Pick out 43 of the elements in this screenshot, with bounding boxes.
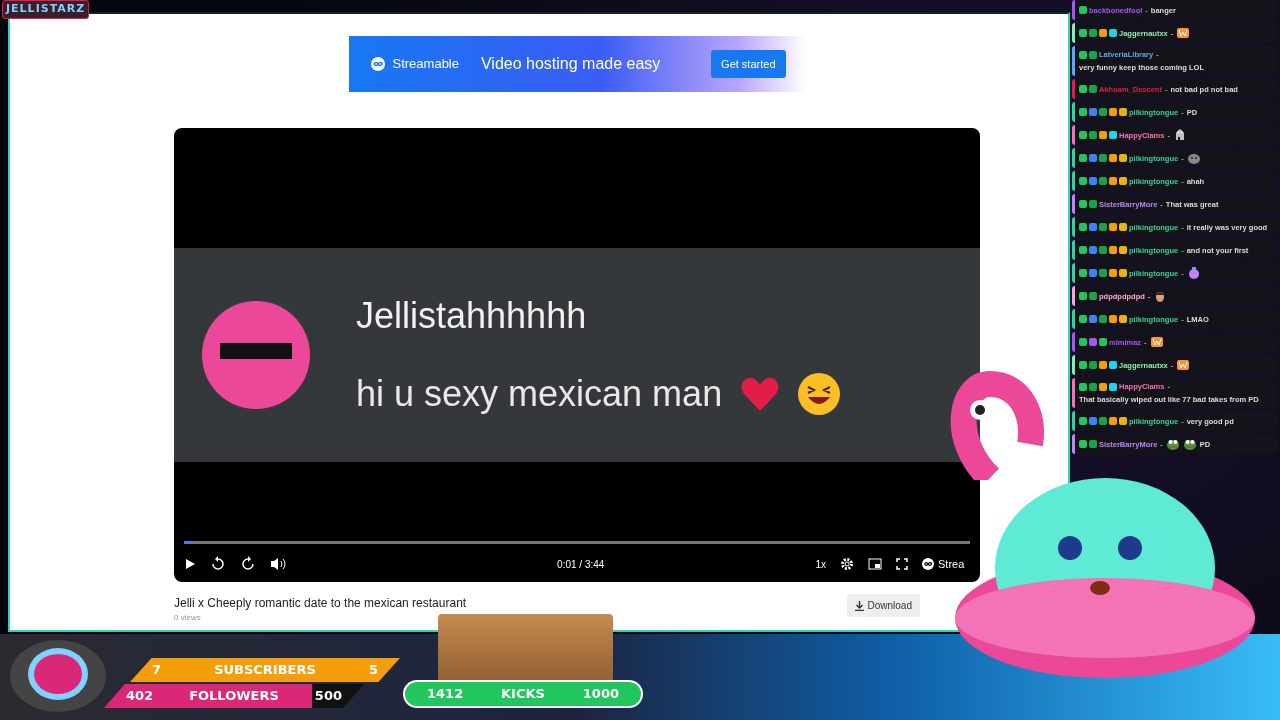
download-icon <box>854 600 864 611</box>
volume-icon[interactable] <box>270 557 286 571</box>
goal-target: 5 <box>368 661 378 680</box>
goal-label: SUBSCRIBERS <box>214 661 316 680</box>
goal-current: 402 <box>126 687 154 706</box>
infinity-logo-icon <box>922 558 934 570</box>
fullscreen-icon[interactable] <box>896 558 908 570</box>
time-display: 0:01 / 3:44 <box>556 557 605 572</box>
picture-in-picture-icon[interactable] <box>868 558 882 570</box>
download-button[interactable]: Download <box>846 594 920 617</box>
play-icon[interactable] <box>184 558 196 570</box>
ad-headline: Video hosting made easy <box>481 54 661 74</box>
goal-current: 7 <box>152 661 162 680</box>
badge-icon <box>1079 6 1087 14</box>
rewind-icon[interactable] <box>210 556 226 572</box>
forward-icon[interactable] <box>240 556 256 572</box>
brand-name: Strea <box>938 556 965 572</box>
heart-icon <box>740 376 781 412</box>
sender-name: Jellistahhhhhh <box>356 294 588 338</box>
frog-emote-icon <box>1165 437 1180 451</box>
w-emote-icon <box>1149 335 1164 349</box>
potion-emote-icon <box>1186 266 1201 280</box>
channel-logo: JELLISTARZ <box>2 0 90 19</box>
video-player[interactable]: Jellistahhhhhh hi u sexy mexican man 0:01 / 3:44 1x Strea <box>174 128 980 582</box>
infinity-logo-icon <box>370 57 385 71</box>
w-emote-icon <box>1176 26 1191 40</box>
view-count: 0 views <box>174 612 202 624</box>
speed-button[interactable]: 1x <box>815 556 826 572</box>
w-emote-icon <box>1176 358 1191 372</box>
message-text: hi u sexy mexican man <box>356 372 723 416</box>
goal-target: 1000 <box>582 685 619 704</box>
goal-label: KICKS <box>501 685 545 704</box>
goal-label: FOLLOWERS <box>189 687 279 706</box>
frog-emote-icon <box>1182 437 1197 451</box>
goal-current: 1412 <box>427 685 464 704</box>
blob-emote-icon <box>1186 151 1201 165</box>
get-started-button[interactable]: Get started <box>711 49 786 79</box>
laughing-emoji-icon <box>798 373 841 415</box>
video-title: Jelli x Cheeply romantic date to the mexican restaurant <box>174 595 467 612</box>
progress-track[interactable] <box>184 541 970 544</box>
brand-name: Streamable <box>392 55 459 74</box>
settings-icon[interactable] <box>840 557 854 571</box>
goal-target: 500 <box>314 687 342 706</box>
